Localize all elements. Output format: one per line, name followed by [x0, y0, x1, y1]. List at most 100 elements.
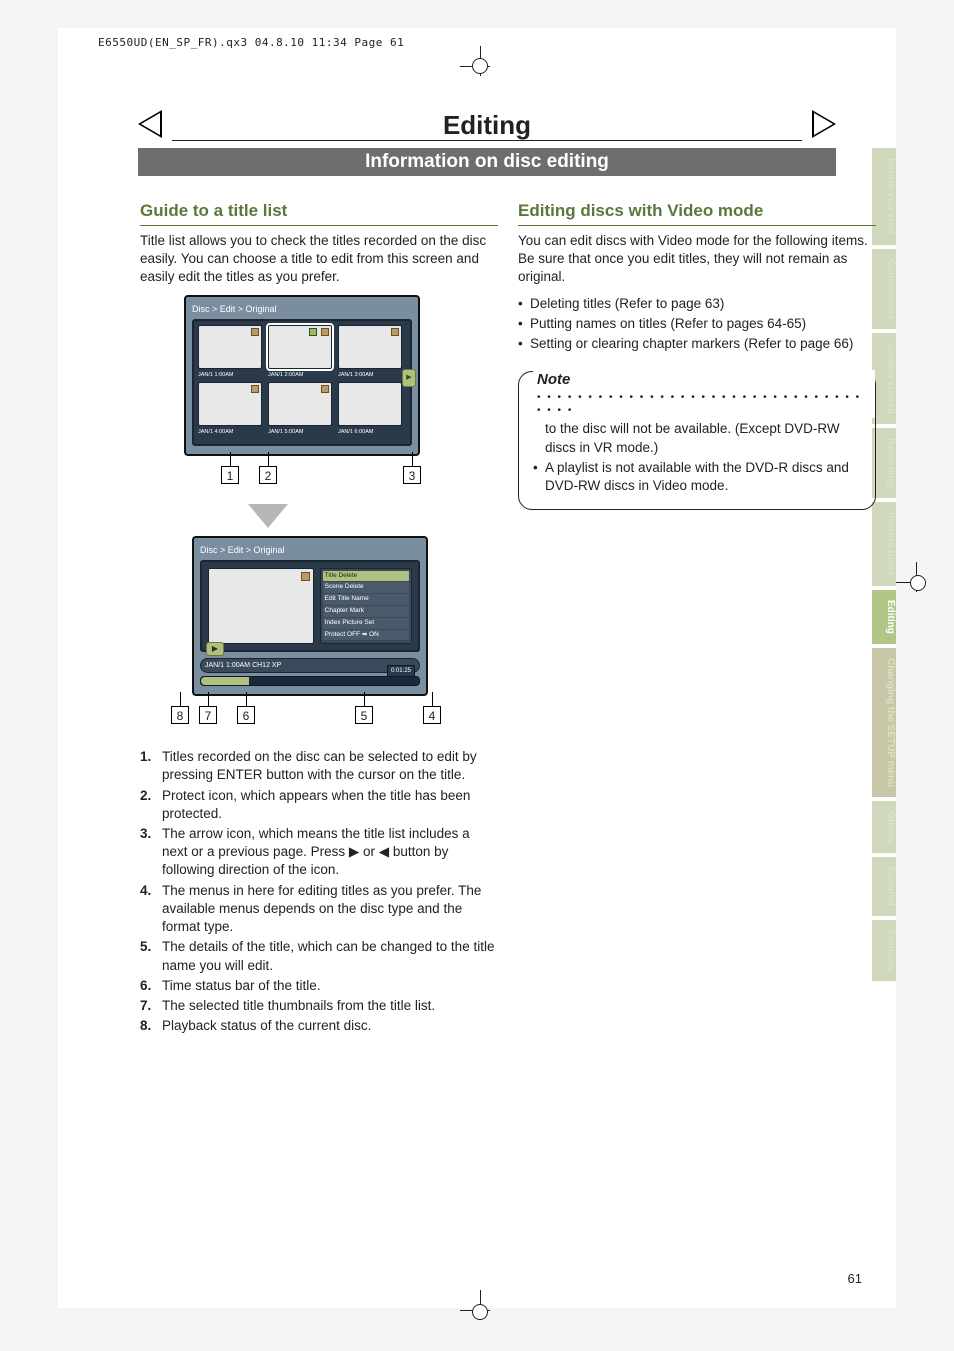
bullet-3: •Setting or clearing chapter markers (Re… — [518, 335, 876, 353]
screen-2: Disc > Edit > Original Title Delete Scen… — [192, 536, 428, 697]
thumb-5-label: JAN/1 5:00AM — [268, 429, 332, 436]
tab-francais: Français — [872, 920, 896, 981]
protect-icon — [251, 385, 259, 393]
title-list-screenshot: Disc > Edit > Original JAN/1 1:00AM JAN/… — [184, 295, 426, 494]
list-item-3: The arrow icon, which means the title li… — [162, 825, 498, 880]
menu-edit-title-name: Edit Title Name — [323, 594, 409, 605]
bullet-3-text: Setting or clearing chapter markers (Ref… — [530, 335, 853, 353]
protect-icon — [251, 328, 259, 336]
callout-line — [246, 692, 247, 706]
bullet-1: •Deleting titles (Refer to page 63) — [518, 295, 876, 313]
crop-header: E6550UD(EN_SP_FR).qx3 04.8.10 11:34 Page… — [98, 36, 404, 49]
thumb-4-label: JAN/1 4:00AM — [198, 429, 262, 436]
list-num: 4. — [140, 882, 162, 937]
list-num: 7. — [140, 997, 162, 1015]
callout-8: 8 — [171, 706, 189, 724]
note-dots: • • • • • • • • • • • • • • • • • • • • … — [537, 391, 871, 418]
preview-area: Title Delete Scene Delete Edit Title Nam… — [200, 560, 420, 652]
callout-2: 2 — [259, 466, 277, 484]
protect-icon — [301, 572, 310, 581]
callout-7: 7 — [199, 706, 217, 724]
menu-title-delete: Title Delete — [323, 571, 409, 582]
list-item-6: Time status bar of the title. — [162, 977, 498, 995]
title-banner: Editing — [138, 110, 836, 145]
thumb-2-selected — [268, 325, 332, 369]
tab-others: Others — [872, 801, 896, 853]
page-number: 61 — [848, 1271, 862, 1286]
screen-2-breadcrumb: Disc > Edit > Original — [200, 544, 420, 556]
intro-para-right: You can edit discs with Video mode for t… — [518, 232, 876, 287]
title-edit-screenshot: Disc > Edit > Original Title Delete Scen… — [148, 536, 460, 735]
list-item-2: Protect icon, which appears when the tit… — [162, 787, 498, 823]
protect-icon — [321, 328, 329, 336]
screen-1-breadcrumb: Disc > Edit > Original — [192, 303, 412, 315]
list-num: 2. — [140, 787, 162, 823]
chevron-left-icon — [138, 110, 162, 138]
callouts-row-1: 1 2 3 — [184, 460, 426, 494]
thumb-6 — [338, 382, 402, 426]
tab-playing-discs: Playing discs — [872, 502, 896, 586]
chevron-right-icon — [812, 110, 836, 138]
list-item-7: The selected title thumbnails from the t… — [162, 997, 498, 1015]
menu-protect-toggle: Protect OFF ➡ ON — [323, 630, 409, 641]
list-num: 6. — [140, 977, 162, 995]
list-num: 3. — [140, 825, 162, 880]
lock-icon — [309, 328, 317, 336]
progress-bar: 0:01:25 — [200, 676, 420, 686]
thumb-1-label: JAN/1 1:00AM — [198, 372, 262, 379]
heading-guide-title-list: Guide to a title list — [140, 200, 498, 223]
list-num: 1. — [140, 748, 162, 784]
list-item-8: Playback status of the current disc. — [162, 1017, 498, 1035]
callout-4: 4 — [423, 706, 441, 724]
thumb-2-label: JAN/1 2:00AM — [268, 372, 332, 379]
note-box: Note • • • • • • • • • • • • • • • • • •… — [518, 371, 876, 510]
callout-5: 5 — [355, 706, 373, 724]
protect-icon — [321, 385, 329, 393]
callout-3: 3 — [403, 466, 421, 484]
list-num: 5. — [140, 938, 162, 974]
crop-mark-right-circle — [910, 575, 926, 591]
note-item-2: •A playlist is not available with the DV… — [533, 459, 861, 495]
status-text: JAN/1 1:00AM CH12 XP — [205, 661, 281, 670]
note-item-2-text: A playlist is not available with the DVD… — [545, 459, 861, 495]
list-item-1: Titles recorded on the disc can be selec… — [162, 748, 498, 784]
bullet-2-text: Putting names on titles (Refer to pages … — [530, 315, 806, 333]
title-rule — [172, 140, 802, 141]
callout-1: 1 — [221, 466, 239, 484]
edit-menu: Title Delete Scene Delete Edit Title Nam… — [320, 568, 412, 644]
thumb-4 — [198, 382, 262, 426]
callout-6: 6 — [237, 706, 255, 724]
menu-chapter-mark: Chapter Mark — [323, 606, 409, 617]
section-bar: Information on disc editing — [138, 148, 836, 176]
left-column: Guide to a title list Title list allows … — [140, 200, 498, 1037]
preview-thumbnail — [208, 568, 314, 644]
callout-line — [208, 692, 209, 706]
menu-index-picture-set: Index Picture Set — [323, 618, 409, 629]
thumb-3-label: JAN/1 3:00AM — [338, 372, 402, 379]
right-column: Editing discs with Video mode You can ed… — [518, 200, 876, 510]
thumb-1 — [198, 325, 262, 369]
callout-line — [364, 692, 365, 706]
thumb-grid: JAN/1 1:00AM JAN/1 2:00AM JAN/1 3:00AM J… — [192, 319, 412, 446]
menu-scene-delete: Scene Delete — [323, 582, 409, 593]
thumb-6-label: JAN/1 6:00AM — [338, 429, 402, 436]
callouts-row-2: 8 7 6 5 4 — [148, 700, 460, 734]
note-label-wrap: Note • • • • • • • • • • • • • • • • • •… — [533, 370, 875, 417]
list-item-5: The details of the title, which can be c… — [162, 938, 498, 974]
note-label: Note — [537, 370, 871, 390]
bullet-2: •Putting names on titles (Refer to pages… — [518, 315, 876, 333]
heading-rule — [140, 225, 498, 226]
tab-editing: Editing — [872, 590, 896, 644]
numbered-list: 1.Titles recorded on the disc can be sel… — [140, 748, 498, 1035]
callout-line — [432, 692, 433, 706]
heading-editing-video-mode: Editing discs with Video mode — [518, 200, 876, 223]
progress-fill — [201, 677, 249, 685]
play-icon — [206, 642, 224, 656]
callout-line — [412, 452, 413, 466]
tab-setup-menu: Changing the SETUP menu — [872, 648, 896, 797]
list-item-4: The menus in here for editing titles as … — [162, 882, 498, 937]
tab-espanol: Español — [872, 857, 896, 916]
bullet-1-text: Deleting titles (Refer to page 63) — [530, 295, 724, 313]
list-num: 8. — [140, 1017, 162, 1035]
crop-mark-top-circle — [472, 58, 488, 74]
